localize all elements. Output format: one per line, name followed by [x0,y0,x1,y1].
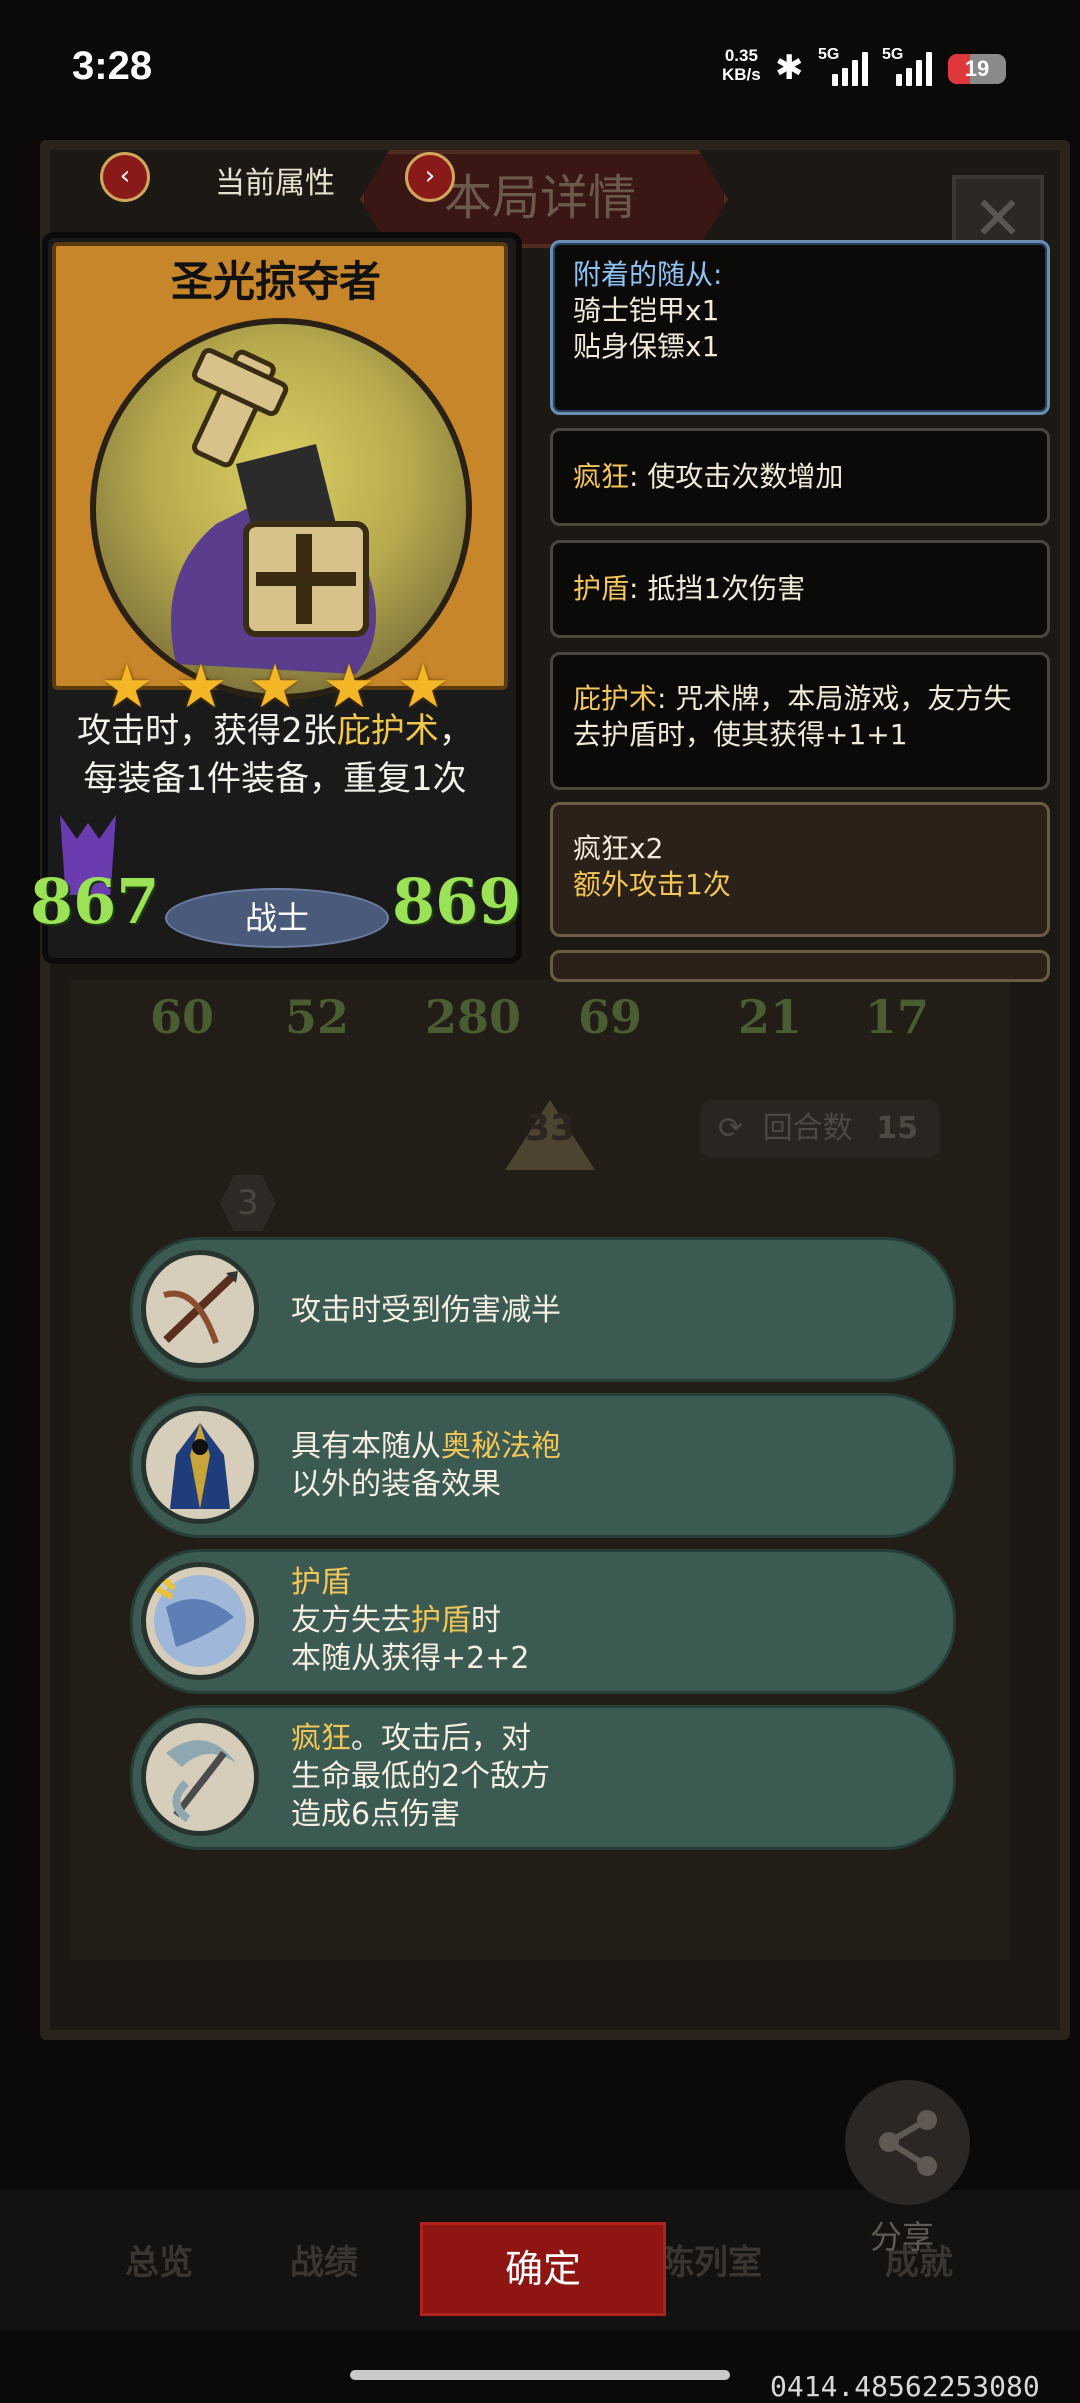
share-label: 分享 [870,2218,935,2256]
ability-text: 疯狂。攻击后，对 生命最低的2个敌方 造成6点伤害 [291,1721,551,1832]
ability-row[interactable]: 具有本随从奥秘法袍 以外的装备效果 [130,1393,956,1538]
health-value: 869 [392,865,522,938]
battery-icon: 19 [948,54,1006,84]
nav-showroom[interactable]: 陈列室 [660,2235,762,2284]
next-arrow-button[interactable]: › [405,152,455,202]
ability-text: 攻击时受到伤害减半 [291,1293,561,1328]
card-description: 攻击时，获得2张庇护术，每装备1件装备，重复1次 [77,711,473,799]
clock: 3:28 [72,44,153,88]
scythe-icon [141,1718,259,1836]
crossbow-icon [141,1250,259,1368]
keyword-panel-frenzy: 疯狂: 使攻击次数增加 [550,428,1050,526]
attached-minions-panel: 附着的随从: 骑士铠甲x1 贴身保镖x1 [550,240,1050,415]
class-badge: 战士 [165,888,389,948]
nav-records[interactable]: 战绩 [290,2235,358,2284]
ability-row[interactable]: 攻击时受到伤害减半 [130,1237,956,1382]
knight-portrait-icon [90,318,472,700]
bg-stat: 280 [425,990,522,1044]
arrow-count: 33 [524,1108,576,1149]
bg-stat: 69 [578,990,643,1044]
network-speed: 0.35 KB/s [722,46,761,84]
shield-orb-icon [141,1562,259,1680]
keyword-panel-shield: 护盾: 抵挡1次伤害 [550,540,1050,638]
refresh-icon: ⟳ [718,1111,744,1146]
keyword-panel-sanctuary: 庇护术: 咒术牌，本局游戏，友方失去护盾时，使其获得+1+1 [550,652,1050,790]
round-counter: ⟳ 回合数 15 [700,1100,940,1158]
ability-row[interactable]: 护盾 友方失去护盾时 本随从获得+2+2 [130,1549,956,1694]
bg-stat: 21 [738,990,803,1044]
signal-icon-2: 5G [882,46,942,86]
bluetooth-icon: ✱ [775,48,804,88]
attack-value: 867 [30,865,160,938]
prev-arrow-button[interactable]: ‹ [100,152,150,202]
status-bar: 3:28 0.35 KB/s ✱ 5G 5G 19 [0,0,1080,130]
more-panel-edge [550,950,1050,982]
bg-stat: 17 [865,990,930,1044]
bg-stat: 60 [150,990,215,1044]
home-indicator[interactable] [350,2370,730,2380]
ability-row[interactable]: 疯狂。攻击后，对 生命最低的2个敌方 造成6点伤害 [130,1705,956,1850]
card-name: 圣光掠夺者 [170,257,381,306]
share-icon [879,2110,937,2176]
nav-overview[interactable]: 总览 [125,2235,193,2284]
ability-text: 护盾 友方失去护盾时 本随从获得+2+2 [291,1565,530,1676]
share-button[interactable] [845,2080,970,2205]
bg-stat: 52 [285,990,350,1044]
footer-code: 0414.48562253080 [770,2370,1040,2403]
signal-icon: 5G [818,46,878,86]
confirm-button[interactable]: 确定 [420,2222,666,2316]
mage-robe-icon [141,1406,259,1524]
current-attributes-label: 当前属性 [215,166,335,201]
buff-panel: 疯狂x2 额外攻击1次 [550,802,1050,937]
ability-text: 具有本随从奥秘法袍 以外的装备效果 [291,1429,561,1502]
